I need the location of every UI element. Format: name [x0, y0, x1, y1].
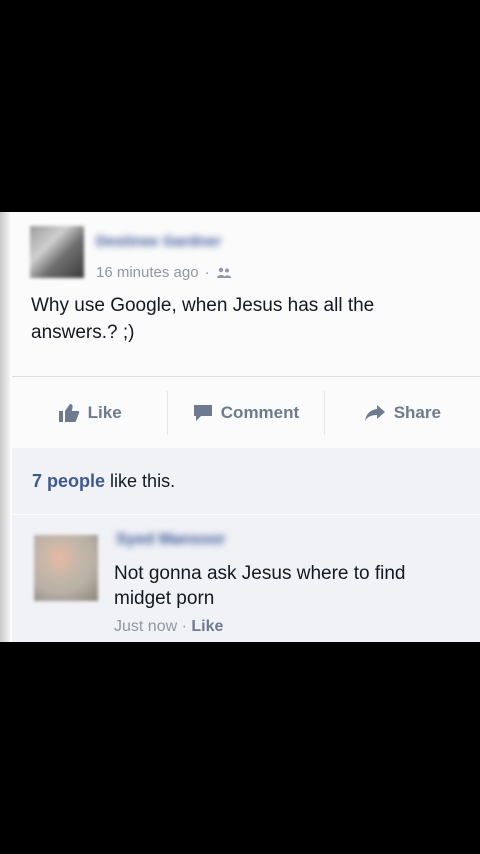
- likes-suffix: like this.: [110, 471, 176, 491]
- like-button[interactable]: Like: [12, 391, 167, 435]
- post-meta: 16 minutes ago ·: [96, 264, 232, 281]
- comment-icon: [193, 405, 212, 421]
- commenter-name[interactable]: Syed Mansoor: [116, 531, 225, 549]
- post-timestamp[interactable]: 16 minutes ago: [96, 264, 199, 281]
- commenter-avatar[interactable]: [34, 535, 98, 601]
- meta-separator: ·: [204, 264, 210, 281]
- share-label: Share: [393, 403, 441, 422]
- comment-like-link[interactable]: Like: [191, 618, 223, 635]
- friends-icon[interactable]: [216, 267, 232, 279]
- comment-timestamp[interactable]: Just now: [114, 618, 177, 635]
- comment-label: Comment: [220, 403, 300, 422]
- post-text: Why use Google, when Jesus has all the a…: [31, 295, 375, 343]
- share-arrow-icon: [364, 405, 385, 421]
- comment: Syed Mansoor Not gonna ask Jesus where t…: [12, 515, 480, 642]
- thumbs-up-icon: [58, 404, 79, 422]
- action-bar: Like Comment Share: [12, 380, 480, 446]
- comment-text: Not gonna ask Jesus where to find midget…: [114, 563, 406, 609]
- comment-meta: Just now · Like: [114, 618, 223, 636]
- like-label: Like: [87, 403, 122, 422]
- likes-count-link[interactable]: 7 people: [32, 471, 105, 491]
- comment-button[interactable]: Comment: [167, 391, 323, 435]
- comment-meta-separator: ·: [181, 618, 187, 635]
- post-header: Destinee Gardner 16 minutes ago ·: [30, 226, 480, 286]
- author-name[interactable]: Destinee Gardner: [96, 233, 221, 250]
- post-card: Destinee Gardner 16 minutes ago · Why us…: [0, 212, 480, 642]
- likes-summary: 7 people like this.: [12, 448, 480, 514]
- share-button[interactable]: Share: [323, 391, 480, 435]
- likes-text: 7 people like this.: [32, 471, 175, 492]
- divider: [12, 376, 480, 377]
- author-avatar[interactable]: [30, 226, 84, 278]
